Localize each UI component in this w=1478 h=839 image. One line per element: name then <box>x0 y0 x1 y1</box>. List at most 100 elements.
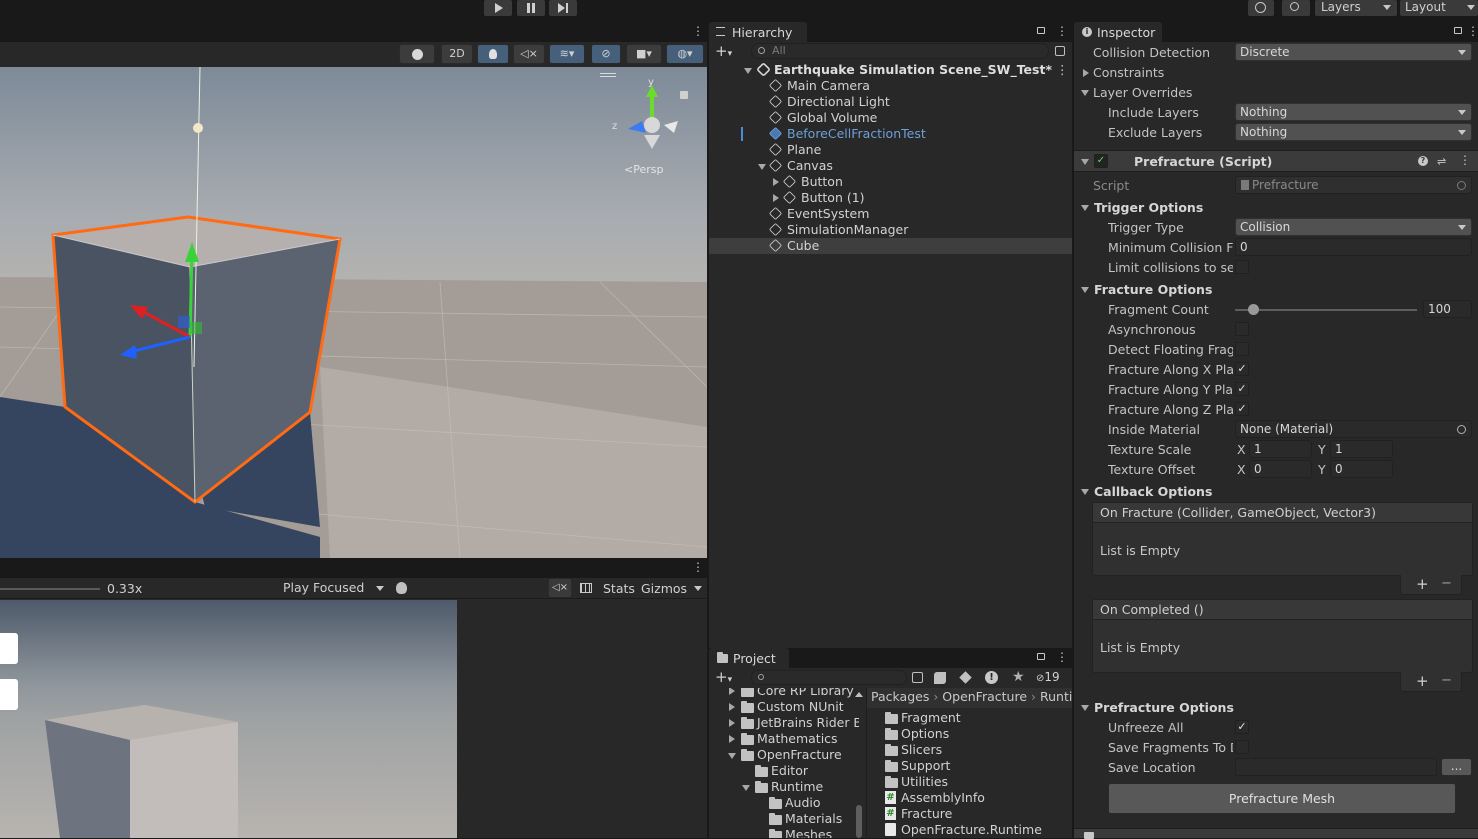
hidden-objects-toggle[interactable]: ⊘ <box>591 44 621 64</box>
layers-dropdown[interactable]: Layers <box>1315 0 1397 16</box>
grid-icon[interactable] <box>580 583 592 593</box>
min-collision-force-field[interactable]: 0 <box>1235 238 1472 256</box>
folder-audio[interactable]: Audio <box>709 795 859 811</box>
toggle-2d-button[interactable]: 2D <box>441 44 473 64</box>
create-asset-button[interactable]: +▾ <box>715 668 732 689</box>
layer-overrides-foldout[interactable]: Layer Overrides <box>1093 85 1192 100</box>
asset-utilities[interactable]: Utilities <box>867 774 1072 790</box>
save-fragments-checkbox[interactable] <box>1235 740 1249 754</box>
expand-arrow-icon[interactable] <box>1081 159 1089 165</box>
game-viewport[interactable] <box>0 600 457 838</box>
hierarchy-tab[interactable]: Hierarchy <box>709 22 807 42</box>
component-enabled-checkbox[interactable]: ✓ <box>1094 154 1108 168</box>
scrollbar-thumb[interactable] <box>856 805 862 838</box>
warning-filter-icon[interactable]: ! <box>985 671 998 684</box>
lock-icon[interactable] <box>680 91 688 99</box>
expand-arrow-icon[interactable] <box>1081 205 1089 211</box>
asset-fracture[interactable]: # Fracture <box>867 806 1072 822</box>
hamburger-icon[interactable] <box>600 73 616 77</box>
along-y-checkbox[interactable]: ✓ <box>1235 382 1249 396</box>
projection-label[interactable]: <Persp <box>624 163 663 176</box>
preset-icon[interactable]: ⇌ <box>1437 155 1446 168</box>
limit-collisions-checkbox[interactable] <box>1235 260 1249 274</box>
asset-assemblyinfo[interactable]: # AssemblyInfo <box>867 790 1072 806</box>
stats-button[interactable]: Stats <box>603 581 635 596</box>
project-tab[interactable]: Project <box>709 648 789 668</box>
game-mute-toggle[interactable]: ◁× <box>548 578 572 598</box>
ui-button[interactable] <box>0 633 18 664</box>
help-icon[interactable]: ? <box>1418 156 1428 166</box>
add-listener-button[interactable]: + <box>1416 672 1429 690</box>
more-options-icon[interactable]: ⋮ <box>692 561 704 573</box>
save-location-field[interactable] <box>1235 758 1437 776</box>
pause-button[interactable] <box>517 0 545 16</box>
hierarchy-item-canvas[interactable]: Canvas <box>709 158 1072 174</box>
hidden-packages-toggle[interactable]: ⊘19 <box>1036 670 1060 684</box>
folder-mathematics[interactable]: Mathematics <box>709 731 859 747</box>
more-options-icon[interactable]: ⋮ <box>1056 651 1068 663</box>
along-z-checkbox[interactable]: ✓ <box>1235 402 1249 416</box>
play-mode-dropdown[interactable]: Play Focused <box>280 579 388 597</box>
prefracture-options-foldout[interactable]: Prefracture Options <box>1094 700 1234 715</box>
along-x-checkbox[interactable]: ✓ <box>1235 362 1249 376</box>
scroll-up-icon[interactable] <box>855 692 863 697</box>
more-options-icon[interactable]: ⋮ <box>692 25 704 37</box>
folder-jetbrains[interactable]: JetBrains Rider E <box>709 715 859 731</box>
folder-editor[interactable]: Editor <box>709 763 859 779</box>
trigger-type-dropdown[interactable]: Collision <box>1235 218 1472 236</box>
breadcrumb-item[interactable]: Runtime <box>1040 689 1072 704</box>
more-options-icon[interactable]: ⋮ <box>1459 153 1471 167</box>
callback-options-foldout[interactable]: Callback Options <box>1094 484 1212 499</box>
lock-icon[interactable] <box>1454 27 1462 34</box>
unfreeze-all-checkbox[interactable]: ✓ <box>1235 720 1249 734</box>
lighting-toggle[interactable] <box>477 44 509 64</box>
texture-scale-x-field[interactable]: 1 <box>1249 440 1312 458</box>
search-button[interactable] <box>1282 0 1310 16</box>
inspector-tab[interactable]: i Inspector <box>1074 22 1162 42</box>
add-listener-button[interactable]: + <box>1416 575 1429 593</box>
asset-openfracture-runtime[interactable]: OpenFracture.Runtime <box>867 822 1072 838</box>
hierarchy-search[interactable]: All <box>751 43 1049 59</box>
hierarchy-item-event-system[interactable]: EventSystem <box>709 206 1072 222</box>
scale-slider-track[interactable] <box>0 588 100 590</box>
more-options-icon[interactable]: ⋮ <box>1056 62 1069 77</box>
component-header[interactable]: ✓ Prefracture (Script) ? ⇌ ⋮ <box>1074 150 1478 172</box>
object-picker-icon[interactable] <box>1457 425 1466 434</box>
history-button[interactable] <box>1248 0 1274 16</box>
folder-materials[interactable]: Materials <box>709 811 859 827</box>
more-options-icon[interactable]: ⋮ <box>1056 25 1068 37</box>
step-button[interactable] <box>549 0 577 16</box>
play-button[interactable] <box>484 0 512 16</box>
detect-floating-checkbox[interactable] <box>1235 342 1249 356</box>
label-filter-icon[interactable] <box>959 671 972 684</box>
audio-toggle[interactable]: ◁× <box>513 44 545 64</box>
asset-slicers[interactable]: Slicers <box>867 742 1072 758</box>
folder-core-rp-library[interactable]: Core RP Library <box>709 688 859 699</box>
collapsed-arrow-icon[interactable] <box>773 194 779 202</box>
browse-button[interactable]: ... <box>1441 758 1472 776</box>
scene-row[interactable]: Earthquake Simulation Scene_SW_Test* ⋮ <box>709 62 1072 78</box>
folder-custom-nunit[interactable]: Custom NUnit <box>709 699 859 715</box>
exclude-layers-dropdown[interactable]: Nothing <box>1235 123 1472 141</box>
fracture-options-foldout[interactable]: Fracture Options <box>1094 282 1212 297</box>
hierarchy-item-cube[interactable]: Cube <box>709 238 1072 254</box>
more-options-icon[interactable]: ⋮ <box>1467 25 1478 37</box>
texture-offset-x-field[interactable]: 0 <box>1249 460 1312 478</box>
type-filter-icon[interactable] <box>934 672 946 684</box>
hierarchy-item-before-cell-fraction-test[interactable]: BeforeCellFractionTest <box>709 126 1072 142</box>
prefracture-mesh-button[interactable]: Prefracture Mesh <box>1108 783 1456 814</box>
gizmos-dropdown[interactable]: ◍▾ <box>666 44 704 64</box>
favorite-icon[interactable]: ★ <box>1012 669 1025 685</box>
folder-openfracture[interactable]: OpenFracture <box>709 747 859 763</box>
folder-meshes[interactable]: Meshes <box>709 827 859 838</box>
remove-listener-button[interactable]: − <box>1441 576 1452 591</box>
breadcrumb-item[interactable]: OpenFracture <box>942 689 1027 704</box>
include-layers-dropdown[interactable]: Nothing <box>1235 103 1472 121</box>
lock-icon[interactable] <box>1037 653 1045 660</box>
expand-arrow-icon[interactable] <box>1081 90 1089 96</box>
folder-runtime[interactable]: Runtime <box>709 779 859 795</box>
slider-thumb[interactable] <box>1248 304 1260 315</box>
fragment-count-field[interactable]: 100 <box>1423 300 1472 318</box>
project-search[interactable] <box>751 670 907 685</box>
asset-support[interactable]: Support <box>867 758 1072 774</box>
